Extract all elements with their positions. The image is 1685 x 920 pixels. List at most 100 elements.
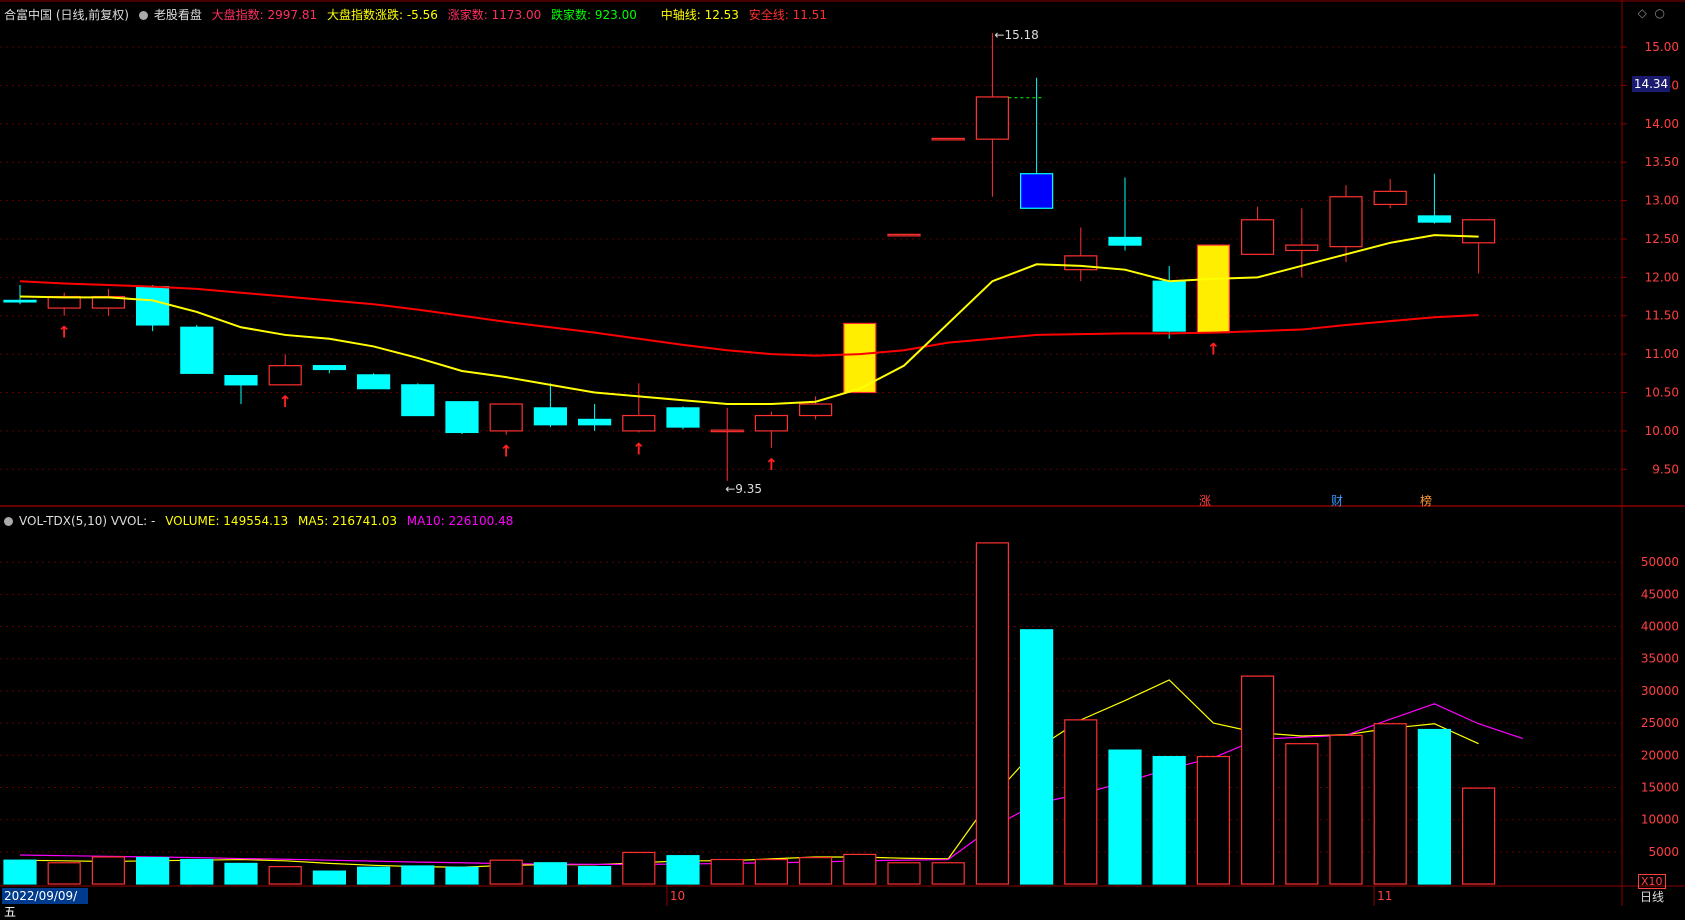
volume-bar <box>312 870 346 885</box>
safe-line: 安全线: 11.51 <box>748 8 827 22</box>
index-label: 大盘指数: 2997.81 <box>211 8 318 22</box>
candle-body <box>3 299 37 303</box>
vol-tick-label: 50000 <box>1641 555 1679 569</box>
price-tick-label: 10.00 <box>1645 424 1679 438</box>
up-arrow-icon: ↑ <box>765 455 778 474</box>
volume-bar <box>1417 728 1452 885</box>
current-price-label: 14.34 <box>1632 76 1670 92</box>
price-tick-label: 14.00 <box>1645 117 1679 131</box>
kline-chart[interactable]: 9.50 10.00 10.50 11.00 11.50 12.00 12.50 13.00 1… <box>0 0 1685 906</box>
volume-bar <box>445 866 479 885</box>
date-tick-label: 10 <box>670 889 685 903</box>
volume-bar <box>47 862 81 885</box>
candle-body <box>754 414 789 432</box>
vol-tick-label: 45000 <box>1641 587 1679 601</box>
price-tick-label: 10.50 <box>1645 386 1679 400</box>
candle-body <box>312 365 346 371</box>
price-header: 合富中国 (日线,前复权) 老股看盘 大盘指数: 2997.81 大盘指数涨跌:… <box>4 6 833 23</box>
volume-bar <box>91 856 126 885</box>
candle-body <box>1329 196 1363 248</box>
volume-bar <box>754 858 789 885</box>
settings-dot-icon[interactable] <box>138 11 148 20</box>
window-controls: ◇ ○ <box>1638 6 1665 20</box>
stock-title[interactable]: 合富中国 (日线,前复权) <box>4 8 129 22</box>
candle-body <box>1152 280 1186 332</box>
candle-body <box>357 374 391 390</box>
volume-bar <box>3 859 37 885</box>
circle-icon[interactable]: ○ <box>1655 6 1665 20</box>
vol-tick-label: 25000 <box>1641 716 1679 730</box>
date-tick-label: 11 <box>1377 889 1392 903</box>
volume-bar <box>1108 749 1142 885</box>
vol-ma5: MA5: 216741.03 <box>298 514 397 528</box>
template-name[interactable]: 老股看盘 <box>154 8 202 22</box>
candle-body <box>1196 244 1231 334</box>
volume-bar <box>798 857 833 885</box>
volume-bar <box>1152 755 1186 885</box>
index-change: 大盘指数涨跌: -5.56 <box>326 8 438 22</box>
volume-bar <box>931 862 965 885</box>
up-arrow-icon: ↑ <box>632 439 645 458</box>
candle-body <box>710 429 744 433</box>
marker-zhang[interactable]: 涨 <box>1199 492 1211 509</box>
candle-body <box>1108 236 1142 246</box>
up-count: 涨家数: 1173.00 <box>447 8 542 22</box>
volume-bar <box>180 858 214 885</box>
date-label: 2022/09/09/五 <box>2 888 88 919</box>
price-tick-label: 12.00 <box>1645 270 1679 284</box>
down-count: 跌家数: 923.00 <box>551 8 637 22</box>
candle-body <box>1019 173 1054 209</box>
candle-body <box>1240 219 1275 255</box>
volume-bar <box>136 857 170 885</box>
volume-bar <box>1064 719 1098 885</box>
volume-bar <box>1019 629 1054 885</box>
frequency-label[interactable]: 日线 <box>1640 888 1664 905</box>
volume-bar <box>268 866 302 885</box>
candle-body <box>224 375 258 386</box>
volume-bar <box>577 866 612 885</box>
price-tick-label: 12.50 <box>1645 232 1679 246</box>
volume-bar <box>1373 723 1407 885</box>
mid-line: 中轴线: 12.53 <box>660 8 739 22</box>
x10-label: X10 <box>1638 874 1666 889</box>
vol-tick-label: 20000 <box>1641 748 1679 762</box>
volume-bar <box>1329 734 1363 885</box>
vol-settings-dot-icon[interactable] <box>4 517 13 526</box>
volume-bar <box>357 866 391 885</box>
volume-bar <box>666 855 700 885</box>
volume-bar <box>489 859 523 885</box>
volume-bar <box>401 865 435 885</box>
volume-bar <box>224 862 258 885</box>
candle-body <box>975 96 1010 140</box>
candle-body <box>666 407 700 428</box>
candle-body <box>577 418 612 426</box>
marker-bang[interactable]: 榜 <box>1420 492 1432 509</box>
candle-body <box>887 233 921 237</box>
vol-tick-label: 35000 <box>1641 652 1679 666</box>
marker-cai[interactable]: 财 <box>1331 492 1343 509</box>
up-arrow-icon: ↑ <box>57 323 70 342</box>
candle-body <box>489 403 523 432</box>
candle-body <box>622 414 656 432</box>
candle-body <box>445 401 479 434</box>
volume-bar <box>887 862 921 885</box>
candle-body <box>136 285 170 326</box>
volume-bar <box>1196 755 1231 885</box>
volume-bar <box>622 851 656 885</box>
price-tick-label: 11.00 <box>1645 347 1679 361</box>
price-tick-label: 9.50 <box>1652 462 1679 476</box>
candle-body <box>1285 244 1319 252</box>
candle-body <box>931 137 965 141</box>
volume-bar <box>710 858 744 885</box>
volume-header: VOL-TDX(5,10) VVOL: - VOLUME: 149554.13 … <box>4 514 519 528</box>
volume-bar <box>1461 787 1496 885</box>
candle-body <box>1417 215 1452 223</box>
vol-tick-label: 40000 <box>1641 620 1679 634</box>
vol-tick-label: 5000 <box>1648 845 1679 859</box>
price-tick-label: 13.50 <box>1645 155 1679 169</box>
candle-body <box>268 365 302 386</box>
diamond-icon[interactable]: ◇ <box>1638 6 1647 20</box>
vol-tick-label: 30000 <box>1641 684 1679 698</box>
volume-bar <box>975 542 1010 885</box>
vol-name[interactable]: VOL-TDX(5,10) VVOL: - <box>19 514 155 528</box>
